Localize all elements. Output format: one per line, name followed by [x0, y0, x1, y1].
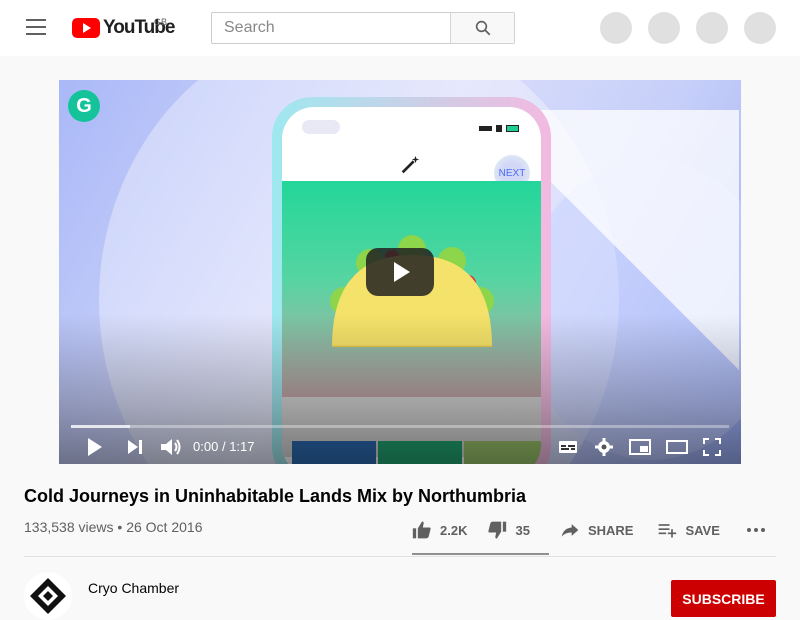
dislike-button[interactable]: 35: [487, 520, 530, 540]
share-button[interactable]: SHARE: [560, 520, 634, 540]
search-icon: [475, 20, 490, 36]
playlist-add-icon: [659, 524, 677, 538]
video-title: Cold Journeys in Uninhabitable Lands Mix…: [24, 486, 527, 506]
duration: 1:17: [229, 439, 255, 454]
like-count: 2.2K: [440, 522, 468, 538]
more-horizontal-icon: [746, 528, 765, 532]
apps-placeholder-icon[interactable]: [600, 12, 632, 44]
region-code: GB: [154, 17, 168, 27]
view-count: 133,538 views: [24, 519, 114, 535]
phone-status-bar: [479, 124, 519, 132]
large-play-button[interactable]: [366, 248, 434, 296]
subtitles-icon[interactable]: [558, 437, 578, 457]
current-time: 0:00: [193, 439, 219, 454]
search-button[interactable]: [450, 12, 515, 44]
video-player[interactable]: G NEXT 0:00 / 1:17: [59, 80, 741, 464]
play-icon[interactable]: [87, 437, 103, 457]
thumbs-up-icon: [412, 521, 431, 539]
meta-separator: •: [117, 519, 123, 535]
search-input[interactable]: [212, 13, 450, 43]
magic-wand-icon: [401, 155, 420, 174]
video-actions: 2.2K 35 SHARE SAVE: [412, 516, 766, 544]
next-video-icon[interactable]: [127, 437, 143, 457]
volume-icon[interactable]: [160, 437, 182, 457]
dislike-count: 35: [515, 522, 530, 538]
subscribe-button[interactable]: SUBSCRIBE: [671, 580, 776, 617]
cryo-chamber-logo-icon: [30, 578, 66, 614]
masthead: YouTube GB: [0, 0, 800, 56]
progress-bar[interactable]: [71, 425, 729, 428]
settings-gear-icon[interactable]: [594, 437, 614, 457]
save-button[interactable]: SAVE: [657, 520, 720, 540]
grammarly-icon[interactable]: G: [68, 90, 100, 122]
time-separator: /: [221, 439, 226, 454]
video-meta: 133,538 views • 26 Oct 2016: [24, 519, 202, 535]
divider: [24, 556, 776, 557]
notifications-placeholder-icon[interactable]: [696, 12, 728, 44]
progress-played: [71, 425, 131, 428]
channel-name[interactable]: Cryo Chamber: [88, 580, 179, 596]
share-arrow-icon: [561, 524, 579, 537]
time-display: 0:00 / 1:17: [193, 439, 255, 454]
messages-placeholder-icon[interactable]: [648, 12, 680, 44]
more-actions-button[interactable]: [746, 520, 766, 540]
account-avatar[interactable]: [744, 12, 776, 44]
save-label: SAVE: [685, 522, 720, 538]
search-box: [211, 12, 451, 44]
channel-avatar[interactable]: [24, 572, 72, 620]
miniplayer-icon[interactable]: [629, 437, 651, 457]
menu-icon[interactable]: [24, 19, 48, 37]
player-controls: 0:00 / 1:17: [59, 430, 741, 464]
upload-date: 26 Oct 2016: [126, 519, 203, 535]
thumbs-down-icon: [488, 521, 507, 539]
share-label: SHARE: [587, 522, 634, 538]
sentiment-bar: [412, 553, 549, 555]
like-button[interactable]: 2.2K: [412, 520, 467, 540]
fullscreen-icon[interactable]: [703, 437, 721, 457]
youtube-play-icon: [72, 18, 100, 38]
theater-mode-icon[interactable]: [666, 437, 688, 457]
phone-speaker: [302, 120, 340, 134]
